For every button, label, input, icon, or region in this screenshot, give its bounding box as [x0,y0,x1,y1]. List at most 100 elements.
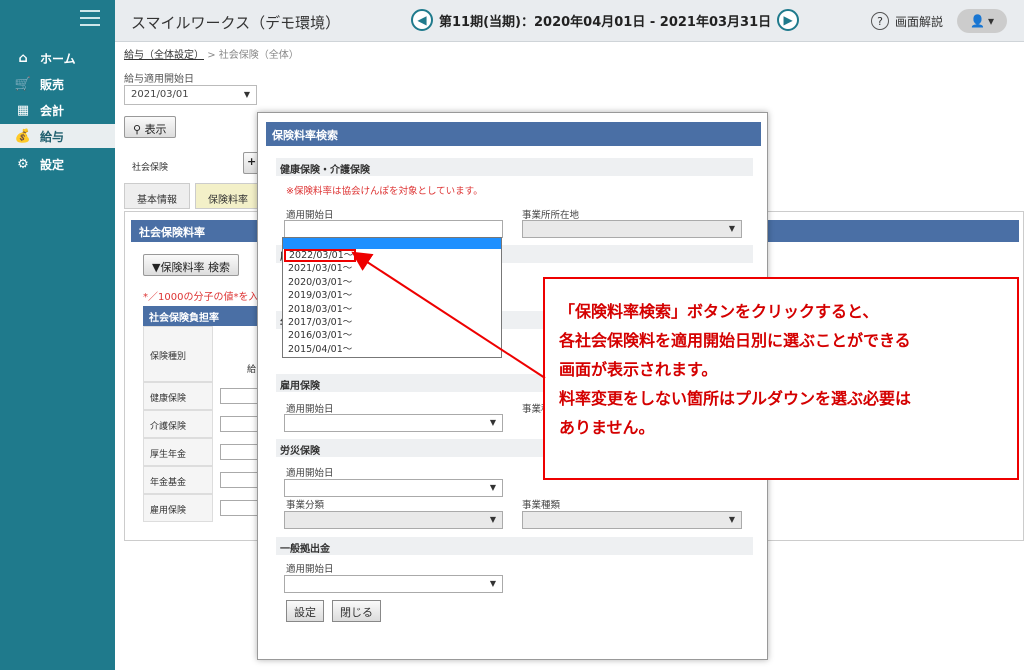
sidebar: ⌂ ホーム 🛒 販売 ▦ 会計 💰 給与 ⚙ 設定 [0,0,115,670]
location-select[interactable]: ▼ [522,220,742,238]
health-start-label: 適用開始日 [286,210,334,221]
type-row-health: 健康保険 [143,382,213,410]
dropdown-arrow-icon: ▼ [728,224,735,233]
general-section: 一般拠出金 [276,537,753,555]
rate-input[interactable] [220,500,260,516]
sidebar-item-payroll[interactable]: 💰 給与 [0,124,115,148]
breadcrumb: 給与（全体設定） > 社会保険（全体） [124,46,299,61]
set-button[interactable]: 設定 [286,600,324,622]
location-label: 事業所所在地 [522,210,580,221]
sidebar-item-label: 設定 [40,157,65,172]
employment-start-label: 適用開始日 [286,404,334,415]
prev-period-icon[interactable]: ◀ [411,9,433,31]
dropdown-arrow-icon: ▼ [243,90,250,99]
sidebar-item-label: ホーム [40,51,76,66]
annotation-line: 各社会保険料を適用開始日別に選ぶことができる [559,331,911,350]
tab-basic-info[interactable]: 基本情報 [124,183,190,209]
type-row-pension: 厚生年金 [143,438,213,466]
sidebar-item-home[interactable]: ⌂ ホーム [0,46,115,70]
start-date-label: 給与適用開始日 [124,74,194,85]
social-insurance-label: 社会保険 [132,163,169,173]
dropdown-arrow-icon: ▼ [489,483,496,492]
sidebar-item-label: 給与 [40,129,65,144]
start-date-select[interactable]: 2021/03/01 ▼ [124,85,257,105]
dropdown-option[interactable]: 2021/03/01～ [283,262,501,275]
health-section: 健康保険・介護保険 [276,158,753,176]
annotation-line: ありません。 [559,418,655,437]
start-date-dropdown-list: 2022/03/01～ 2021/03/01～ 2020/03/01～ 2019… [282,237,502,358]
annotation-line: 料率変更をしない箇所はプルダウンを選ぶ必要は [559,389,912,408]
dropdown-option[interactable]: 2020/03/01～ [283,276,501,289]
workers-category-label: 事業分類 [286,500,325,511]
dropdown-option[interactable]: 2018/03/01～ [283,303,501,316]
dropdown-arrow-icon: ▼ [489,579,496,588]
dropdown-option[interactable]: 2017/03/01～ [283,316,501,329]
col-type-header: 保険種別 [143,326,213,382]
type-row-care: 介護保険 [143,410,213,438]
gear-icon: ⚙ [17,156,29,172]
sidebar-item-accounting[interactable]: ▦ 会計 [0,98,115,122]
workers-category-select[interactable]: ▼ [284,511,503,529]
health-note: ※保険料率は協会けんぽを対象としています。 [286,186,483,197]
period-text: 第11期(当期)：2020年04月01日 - 2021年03月31日 [439,14,772,30]
breadcrumb-sep: > [207,50,216,61]
help-button[interactable]: ? 画面解説 [871,12,943,30]
dropdown-arrow-icon: ▼ [489,418,496,427]
header: スマイルワークス（デモ環境） ◀ 第11期(当期)：2020年04月01日 - … [115,0,1024,42]
rate-input[interactable] [220,388,260,404]
calculator-icon: ▦ [16,102,30,118]
close-button[interactable]: 閉じる [332,600,381,622]
general-start-select[interactable]: ▼ [284,575,503,593]
workers-kind-select[interactable]: ▼ [522,511,742,529]
sidebar-item-label: 会計 [40,103,65,118]
annotation-callout: 「保険料率検索」ボタンをクリックすると、 各社会保険料を適用開始日別に選ぶことが… [543,277,1019,480]
table-header: 社会保険負担率 [143,306,263,326]
sidebar-item-label: 販売 [40,77,65,92]
sidebar-item-settings[interactable]: ⚙ 設定 [0,152,115,176]
dropdown-option-blank[interactable] [283,238,501,249]
type-row-employment: 雇用保険 [143,494,213,522]
rate-input[interactable] [220,444,260,460]
modal-title: 保険料率検索 [266,122,761,146]
annotation-line: 画面が表示されます。 [559,360,718,379]
annotation-line: 「保険料率検索」ボタンをクリックすると、 [559,302,879,321]
workers-start-label: 適用開始日 [286,468,334,479]
rate-note: *／1000の分子の値*を入 [143,292,259,303]
help-label: 画面解説 [895,14,944,29]
question-icon: ? [871,12,889,30]
user-icon: 👤 [970,14,985,28]
dropdown-option[interactable]: 2016/03/01～ [283,329,501,342]
show-button-label: 表示 [144,123,167,136]
rate-input[interactable] [220,416,260,432]
menu-icon[interactable] [80,10,100,26]
show-button[interactable]: ⚲ 表示 [124,116,176,138]
breadcrumb-link[interactable]: 給与（全体設定） [124,50,204,61]
col-sub-header: 給 [247,365,257,375]
dropdown-arrow-icon: ▼ [728,515,735,524]
general-start-label: 適用開始日 [286,564,334,575]
money-bag-icon: 💰 [14,128,32,144]
start-date-value: 2021/03/01 [131,89,189,100]
employment-start-select[interactable]: ▼ [284,414,503,432]
next-period-icon[interactable]: ▶ [777,9,800,31]
dropdown-arrow-icon: ▼ [489,515,496,524]
health-start-select[interactable] [284,220,503,238]
sidebar-item-sales[interactable]: 🛒 販売 [0,72,115,96]
user-menu-button[interactable]: 👤 ▾ [957,9,1007,33]
period-nav: ◀ 第11期(当期)：2020年04月01日 - 2021年03月31日 ▶ [411,9,800,31]
dropdown-option[interactable]: 2022/03/01～ [284,249,356,263]
workers-start-select[interactable]: ▼ [284,479,503,497]
chevron-down-icon: ▾ [987,14,994,28]
dropdown-option[interactable]: 2015/04/01～ [283,343,501,356]
workers-kind-label: 事業種類 [522,500,561,511]
search-icon: ⚲ [133,123,142,136]
dropdown-option[interactable]: 2019/03/01～ [283,289,501,302]
type-row-fund: 年金基金 [143,466,213,494]
rate-input[interactable] [220,472,260,488]
breadcrumb-current: 社会保険（全体） [218,50,299,61]
cart-icon: 🛒 [14,76,32,92]
home-icon: ⌂ [18,50,28,66]
rate-search-button[interactable]: ▼保険料率 検索 [143,254,239,276]
tab-insurance-rate[interactable]: 保険料率 [195,183,261,209]
app-title: スマイルワークス（デモ環境） [131,14,341,32]
